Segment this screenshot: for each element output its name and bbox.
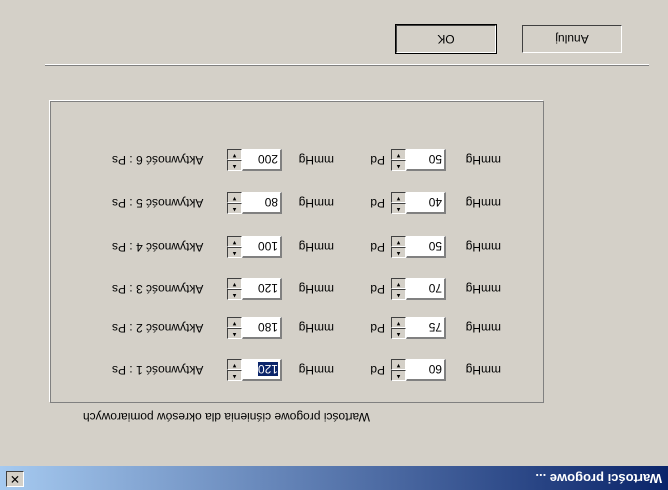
pd-spin-buttons: ▲ ▼ [391,149,406,171]
pd-unit-label: mmHg [465,196,501,210]
pd-spinner[interactable]: 50 ▲ ▼ [391,149,446,171]
pd-spinner[interactable]: 70 ▲ ▼ [391,278,446,300]
activity-row: mmHg 50 ▲ ▼ Pd mmHg 100 ▲ ▼ Aktywność 4 : Ps [0,236,668,258]
spin-down-icon[interactable]: ▼ [391,278,406,289]
pd-value: 50 [428,152,442,166]
pd-value-field[interactable]: 75 [406,317,446,339]
pd-label: Pd [370,240,385,254]
thresholds-dialog: Wartości progowe ... ✕ Wartości progowe … [0,0,668,490]
activity-row: mmHg 75 ▲ ▼ Pd mmHg 180 ▲ ▼ Aktywność 2 : Ps [0,317,668,339]
activity-row: mmHg 70 ▲ ▼ Pd mmHg 120 ▲ ▼ Aktywność 3 : Ps [0,278,668,300]
pd-value: 40 [428,195,442,209]
pd-value-field[interactable]: 40 [406,192,446,214]
spin-up-icon[interactable]: ▲ [391,160,406,171]
pd-unit-label: mmHg [465,282,501,296]
activity-label: Aktywność 3 : Ps [112,282,204,296]
pd-spinner[interactable]: 75 ▲ ▼ [391,317,446,339]
pd-value-field[interactable]: 50 [406,149,446,171]
pd-value-field[interactable]: 70 [406,278,446,300]
ok-button[interactable]: OK [395,24,497,54]
pd-spin-buttons: ▲ ▼ [391,192,406,214]
pd-value-field[interactable]: 50 [406,236,446,258]
pd-unit-label: mmHg [465,240,501,254]
activity-row: mmHg 50 ▲ ▼ Pd mmHg 200 ▲ ▼ Aktywność 6 : Ps [0,149,668,171]
pd-spin-buttons: ▲ ▼ [391,236,406,258]
pd-label: Pd [370,321,385,335]
activity-row: mmHg 60 ▲ ▼ Pd mmHg 120 ▲ ▼ Aktywność 1 : Ps [0,359,668,381]
pd-value: 75 [428,320,442,334]
activity-row: mmHg 40 ▲ ▼ Pd mmHg 80 ▲ ▼ Aktywność 5 : Ps [0,192,668,214]
pd-spinner[interactable]: 60 ▲ ▼ [391,359,446,381]
pd-unit-label: mmHg [465,153,501,167]
activity-label: Aktywność 5 : Ps [112,196,204,210]
spin-up-icon[interactable]: ▲ [391,328,406,339]
pd-value: 60 [428,362,442,376]
spin-down-icon[interactable]: ▼ [391,149,406,160]
title-bar[interactable]: Wartości progowe ... ✕ [0,466,668,490]
pd-label: Pd [370,153,385,167]
separator [45,64,649,66]
spin-up-icon[interactable]: ▲ [391,289,406,300]
pd-spinner[interactable]: 40 ▲ ▼ [391,192,446,214]
spin-down-icon[interactable]: ▼ [391,236,406,247]
pd-spin-buttons: ▲ ▼ [391,359,406,381]
activity-label: Aktywność 2 : Ps [112,321,204,335]
pd-label: Pd [370,196,385,210]
pd-spin-buttons: ▲ ▼ [391,278,406,300]
pd-value: 50 [428,239,442,253]
spin-down-icon[interactable]: ▼ [391,359,406,370]
close-icon[interactable]: ✕ [6,471,24,487]
group-caption: Wartości progowe ciśnienia dla okresów p… [82,410,370,424]
pd-spinner[interactable]: 50 ▲ ▼ [391,236,446,258]
pd-unit-label: mmHg [465,363,501,377]
pd-unit-label: mmHg [465,321,501,335]
cancel-button[interactable]: Anuluj [522,25,622,53]
pd-spin-buttons: ▲ ▼ [391,317,406,339]
spin-up-icon[interactable]: ▲ [391,370,406,381]
pd-value: 70 [428,281,442,295]
pd-label: Pd [370,363,385,377]
activity-label: Aktywność 6 : Ps [112,153,204,167]
spin-up-icon[interactable]: ▲ [391,247,406,258]
spin-up-icon[interactable]: ▲ [391,203,406,214]
spin-down-icon[interactable]: ▼ [391,317,406,328]
window-title: Wartości progowe ... [535,471,662,486]
pd-value-field[interactable]: 60 [406,359,446,381]
activity-label: Aktywność 1 : Ps [112,363,204,377]
activity-label: Aktywność 4 : Ps [112,240,204,254]
pd-label: Pd [370,282,385,296]
spin-down-icon[interactable]: ▼ [391,192,406,203]
